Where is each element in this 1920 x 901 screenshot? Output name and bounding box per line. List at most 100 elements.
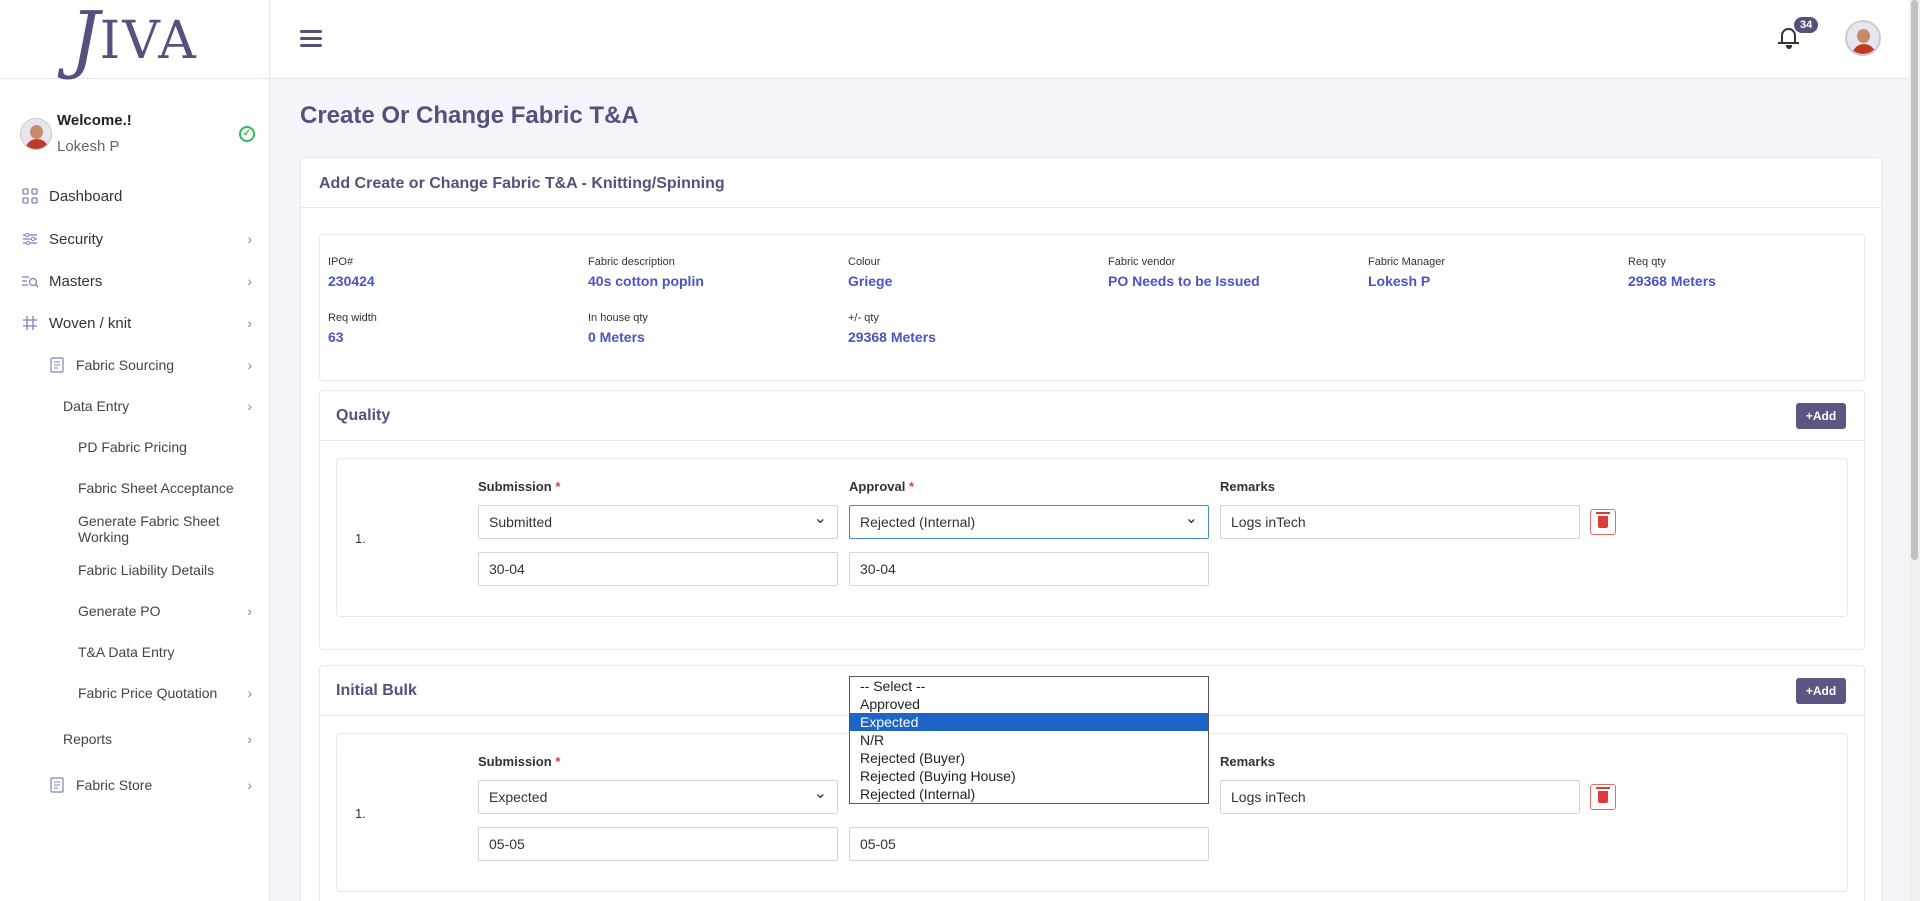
info-fabric-manager: Fabric Manager Lokesh P <box>1368 256 1446 289</box>
jiva-logo[interactable]: JIVA <box>70 2 198 77</box>
sidebar-item-woven-knit[interactable]: Woven / knit › <box>0 308 270 338</box>
chevron-right-icon: › <box>247 357 252 373</box>
welcome-text: Welcome.! <box>57 112 132 129</box>
sidebar-item-reports[interactable]: Reports › <box>0 724 270 754</box>
sidebar-item-label: Data Entry <box>63 398 130 414</box>
grid-icon <box>20 186 40 206</box>
sidebar-item-fabric-sourcing[interactable]: Fabric Sourcing › <box>0 350 270 380</box>
remarks-input[interactable]: Logs inTech <box>1220 505 1580 539</box>
sidebar-item-label: Security <box>49 230 104 248</box>
logo-area: JIVA <box>0 0 269 79</box>
top-header: 34 <box>270 0 1920 79</box>
sidebar-item-label: Generate Fabric Sheet Working <box>78 513 220 545</box>
info-inhouse-qty: In house qty 0 Meters <box>588 312 648 345</box>
delete-row-button[interactable] <box>1590 509 1616 535</box>
dropdown-option[interactable]: Approved <box>850 695 1208 713</box>
remarks-label: Remarks <box>1220 479 1275 494</box>
page-scrollbar[interactable] <box>1909 0 1920 901</box>
dropdown-option[interactable]: -- Select -- <box>850 677 1208 695</box>
scrollbar-thumb[interactable] <box>1911 0 1918 560</box>
row-number: 1. <box>355 531 366 546</box>
sliders-icon <box>20 229 40 249</box>
trash-icon <box>1596 512 1610 528</box>
sidebar-item-fabric-sheet-acceptance[interactable]: Fabric Sheet Acceptance <box>0 473 270 503</box>
info-req-width: Req width 63 <box>328 312 377 345</box>
sidebar-item-fabric-price-quotation[interactable]: Fabric Price Quotation › <box>0 678 270 708</box>
sidebar-item-label: Woven / knit <box>49 314 132 332</box>
sidebar-item-pd-fabric-pricing[interactable]: PD Fabric Pricing <box>0 432 270 462</box>
sidebar-item-label: Masters <box>49 272 103 290</box>
submission-date-input[interactable]: 05-05 <box>478 827 838 861</box>
dropdown-option-selected[interactable]: Expected <box>850 713 1208 731</box>
sidebar-item-fabric-liability-details[interactable]: Fabric Liability Details <box>0 555 270 585</box>
row-number: 1. <box>355 806 366 821</box>
dropdown-option[interactable]: N/R <box>850 731 1208 749</box>
card-title: Add Create or Change Fabric T&A - Knitti… <box>301 158 1881 208</box>
sidebar-item-label: Fabric Sourcing <box>76 357 175 373</box>
sidebar-item-generate-fabric-sheet-working[interactable]: Generate Fabric Sheet Working <box>0 513 270 545</box>
profile-avatar[interactable] <box>1845 20 1881 56</box>
doc-icon <box>47 775 67 795</box>
approval-date-input[interactable]: 30-04 <box>849 552 1209 586</box>
delete-row-button[interactable] <box>1590 784 1616 810</box>
add-quality-button[interactable]: +Add <box>1796 403 1846 429</box>
quality-header: Quality +Add <box>320 391 1864 441</box>
avatar <box>1845 20 1881 56</box>
approval-date-input[interactable]: 05-05 <box>849 827 1209 861</box>
sidebar-item-dashboard[interactable]: Dashboard <box>0 181 270 211</box>
user-name: Lokesh P <box>57 138 120 155</box>
sidebar-item-label: PD Fabric Pricing <box>78 439 187 455</box>
dropdown-option[interactable]: Rejected (Buyer) <box>850 749 1208 767</box>
approval-select[interactable]: Rejected (Internal) <box>849 505 1209 539</box>
info-colour: Colour Griege <box>848 256 893 289</box>
sidebar-item-label: Fabric Store <box>76 777 153 793</box>
info-fabric-vendor: Fabric vendor PO Needs to be Issued <box>1108 256 1260 289</box>
sidebar-item-masters[interactable]: Masters › <box>0 266 270 296</box>
sidebar: JIVA Welcome.! Lokesh P ✓ Dashboard Secu… <box>0 0 270 901</box>
submission-date-input[interactable]: 30-04 <box>478 552 838 586</box>
submission-label: Submission * <box>478 754 561 769</box>
user-avatar <box>20 118 52 150</box>
add-initial-bulk-button[interactable]: +Add <box>1796 678 1846 704</box>
chevron-right-icon: › <box>247 231 252 247</box>
trash-icon <box>1596 787 1610 803</box>
masters-icon <box>20 271 40 291</box>
chevron-right-icon: › <box>247 398 252 414</box>
chevron-right-icon: › <box>247 685 252 701</box>
submission-select[interactable]: Submitted <box>478 505 838 539</box>
submission-label: Submission * <box>478 479 561 494</box>
notification-badge: 34 <box>1794 17 1819 33</box>
hash-icon <box>20 313 40 333</box>
info-diff-qty: +/- qty 29368 Meters <box>848 312 936 345</box>
approval-label: Approval * <box>849 479 915 494</box>
sidebar-item-label: Fabric Sheet Acceptance <box>78 480 234 496</box>
quality-section: Quality +Add 1. Submission * Approval * … <box>319 390 1865 650</box>
section-title: Quality <box>336 407 391 424</box>
sidebar-item-fabric-store[interactable]: Fabric Store › <box>0 770 270 800</box>
remarks-label: Remarks <box>1220 754 1275 769</box>
ipo-info-panel: IPO# 230424 Fabric description 40s cotto… <box>319 234 1865 381</box>
sidebar-item-ta-data-entry[interactable]: T&A Data Entry <box>0 637 270 667</box>
sidebar-item-data-entry[interactable]: Data Entry › <box>0 391 270 421</box>
submission-select[interactable]: Expected <box>478 780 838 814</box>
chevron-right-icon: › <box>247 777 252 793</box>
approval-dropdown-list[interactable]: -- Select -- Approved Expected N/R Rejec… <box>849 676 1209 804</box>
sidebar-item-label: Dashboard <box>49 187 123 205</box>
page-title: Create Or Change Fabric T&A <box>300 102 639 129</box>
remarks-input[interactable]: Logs inTech <box>1220 780 1580 814</box>
sidebar-item-generate-po[interactable]: Generate PO › <box>0 596 270 626</box>
info-req-qty: Req qty 29368 Meters <box>1628 256 1716 289</box>
info-fabric-description: Fabric description 40s cotton poplin <box>588 256 704 289</box>
sidebar-item-label: Fabric Price Quotation <box>78 685 218 701</box>
chevron-right-icon: › <box>247 273 252 289</box>
quality-row: 1. Submission * Approval * Remarks Submi… <box>336 458 1848 617</box>
dropdown-option[interactable]: Rejected (Internal) <box>850 785 1208 803</box>
sidebar-item-security[interactable]: Security › <box>0 224 270 254</box>
chevron-right-icon: › <box>247 731 252 747</box>
menu-toggle-icon[interactable] <box>300 30 322 48</box>
user-panel: Welcome.! Lokesh P ✓ <box>20 110 255 160</box>
sidebar-item-label: Generate PO <box>78 603 161 619</box>
sidebar-item-label: T&A Data Entry <box>78 644 175 660</box>
dropdown-option[interactable]: Rejected (Buying House) <box>850 767 1208 785</box>
online-check-icon: ✓ <box>239 126 255 142</box>
